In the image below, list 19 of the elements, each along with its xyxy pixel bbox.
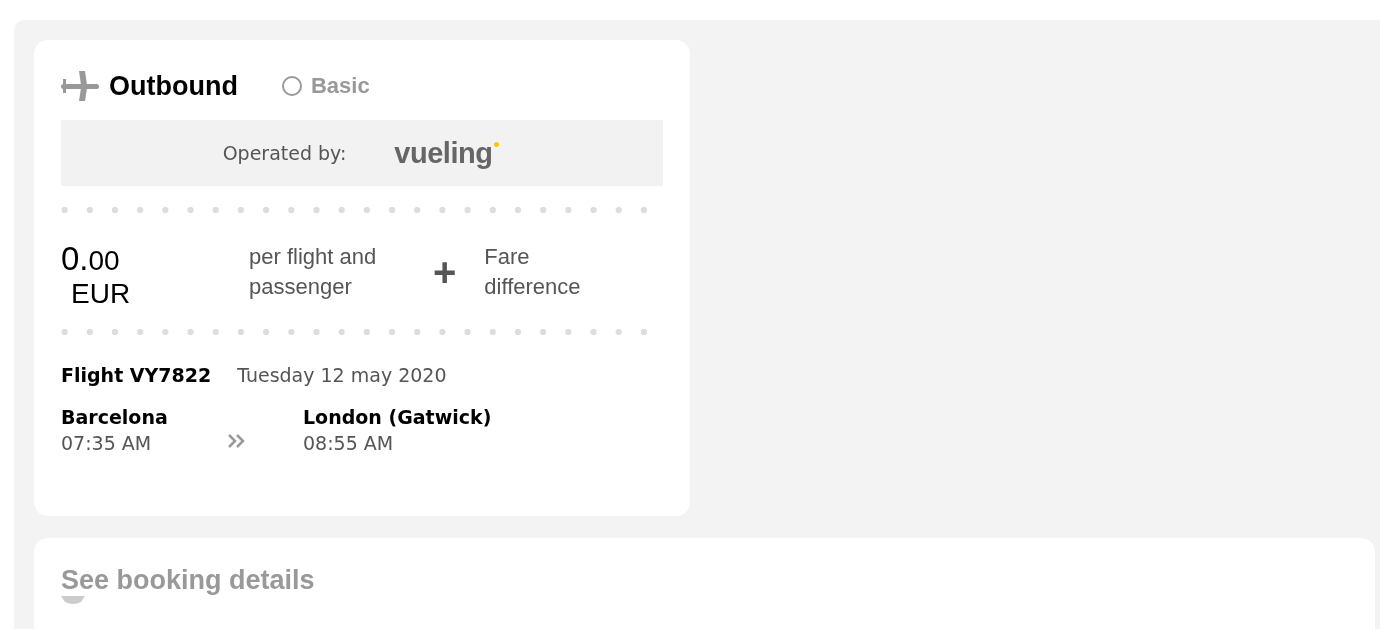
plane-icon <box>61 69 101 103</box>
operator-label: Operated by: <box>222 142 347 164</box>
booking-details-toggle[interactable]: See booking details <box>61 565 315 596</box>
arrival-time: 08:55 AM <box>303 432 395 454</box>
caret-icon <box>61 596 85 606</box>
price-amount: 0.00 <box>61 240 120 278</box>
section-title: Outbound <box>109 70 238 102</box>
fare-difference-label: Fare difference <box>484 243 582 301</box>
double-chevron-icon <box>227 433 247 449</box>
price-currency: EUR <box>71 278 131 310</box>
price-note: per flight and passenger <box>249 243 378 301</box>
flight-date: Tuesday 12 may 2020 <box>237 364 447 386</box>
destination-city: London (Gatwick) <box>303 406 492 428</box>
plus-sign: + <box>433 250 457 295</box>
airline-logo: vueling <box>394 136 502 170</box>
fare-radio[interactable]: Basic <box>281 73 370 99</box>
flight-number: Flight VY7822 <box>61 364 212 386</box>
origin-city: Barcelona <box>61 406 169 428</box>
departure-time: 07:35 AM <box>61 432 153 454</box>
